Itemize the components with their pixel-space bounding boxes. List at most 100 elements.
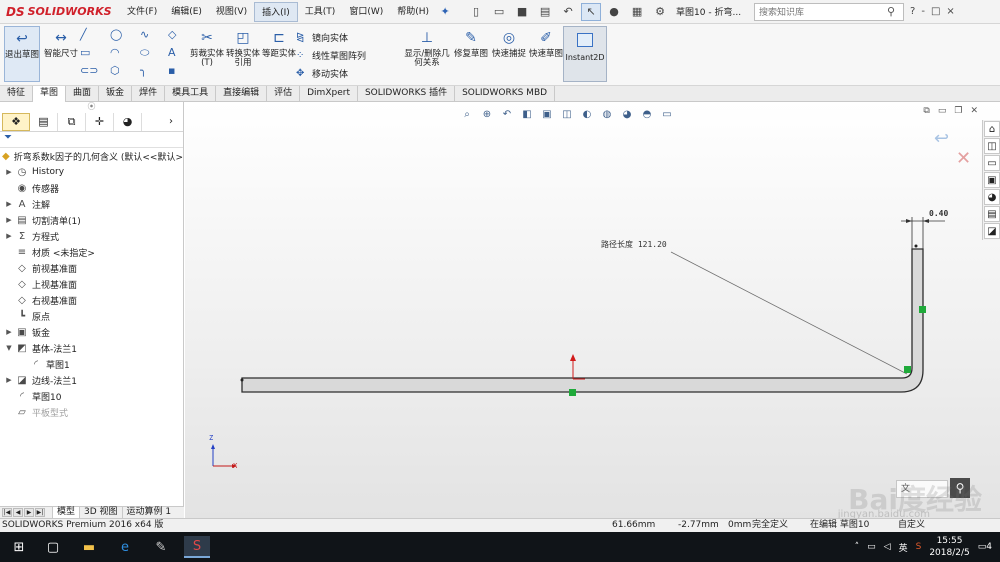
- tree-item[interactable]: ◉ 传感器: [0, 180, 183, 196]
- tree-item[interactable]: ▶ ▤ 切割清单(1): [0, 212, 183, 228]
- tree-item[interactable]: ┗ 原点: [0, 308, 183, 324]
- file-explorer-icon[interactable]: ▭: [984, 155, 1000, 171]
- prev-tab-icon[interactable]: ◀: [13, 508, 23, 517]
- ime-indicator[interactable]: 英: [899, 541, 908, 554]
- menu-file[interactable]: 文件(F): [120, 2, 164, 22]
- menu-insert[interactable]: 插入(I): [254, 1, 298, 22]
- solidworks-logo[interactable]: DS SOLIDWORKS: [0, 0, 120, 24]
- move-entities-button[interactable]: ✥ 移动实体: [296, 64, 401, 82]
- featuremanager-tab-icon[interactable]: ❖: [2, 112, 30, 131]
- select-cursor-icon[interactable]: ↖: [581, 2, 602, 21]
- offset-entities-button[interactable]: ⊏ 等距实体: [260, 26, 298, 82]
- next-tab-icon[interactable]: ▶: [24, 508, 34, 517]
- file-explorer-taskbar-icon[interactable]: ▬: [76, 536, 102, 558]
- plane-sketch-icon[interactable]: ◇: [168, 28, 184, 42]
- open-folder-icon[interactable]: ▭: [489, 3, 509, 21]
- circle-icon[interactable]: ◯: [110, 28, 140, 42]
- smart-dimension-button[interactable]: ↔ 智能尺寸: [42, 26, 80, 82]
- maximize-button[interactable]: □: [931, 6, 940, 17]
- tree-item[interactable]: ◇ 右视基准面: [0, 292, 183, 308]
- status-units[interactable]: 自定义: [898, 519, 925, 532]
- collapsed-arrow-icon[interactable]: ▶: [4, 168, 14, 176]
- path-length-label[interactable]: 路径长度 121.20: [601, 239, 667, 250]
- solidworks-taskbar-icon[interactable]: S: [184, 536, 210, 558]
- menu-edit[interactable]: 编辑(E): [164, 2, 209, 22]
- panel-grip[interactable]: ⦿: [0, 102, 183, 112]
- collapsed-arrow-icon[interactable]: ▶: [4, 328, 14, 336]
- spline-icon[interactable]: ∿: [140, 28, 170, 42]
- show-delete-relations-button[interactable]: ⊥ 显示/删除几何关系: [404, 26, 450, 82]
- quick-snaps-button[interactable]: ◎ 快速捕捉: [490, 26, 528, 82]
- tree-item[interactable]: ▶ ◪ 边线-法兰1: [0, 372, 183, 388]
- tab-sheet-metal[interactable]: 钣金: [99, 86, 133, 102]
- tab-motion-study[interactable]: 运动算例 1: [121, 507, 176, 518]
- clock[interactable]: 15:55 2018/2/5: [929, 535, 969, 559]
- dimxpertmanager-tab-icon[interactable]: ✛: [86, 112, 114, 131]
- linear-pattern-button[interactable]: ⁘ 线性草图阵列: [296, 46, 401, 64]
- thickness-dimension[interactable]: 0.40: [929, 209, 948, 218]
- line-icon[interactable]: ╱: [80, 28, 110, 42]
- sogou-icon[interactable]: S: [916, 542, 922, 552]
- tab-mbd[interactable]: SOLIDWORKS MBD: [455, 86, 556, 102]
- collapsed-arrow-icon[interactable]: ▶: [4, 232, 14, 240]
- custom-properties-icon[interactable]: ▤: [984, 206, 1000, 222]
- configurationmanager-tab-icon[interactable]: ⧉: [58, 112, 86, 131]
- part-root[interactable]: ◆ 折弯系数k因子的几何含义 (默认<<默认>: [0, 148, 183, 164]
- search-icon[interactable]: ⚲: [887, 5, 903, 18]
- tab-direct-editing[interactable]: 直接编辑: [216, 86, 268, 102]
- forum-icon[interactable]: ◪: [984, 223, 1000, 239]
- tree-item[interactable]: ▼ ◩ 基体-法兰1: [0, 340, 183, 356]
- tree-item[interactable]: ▶ ◷ History: [0, 164, 183, 180]
- tab-model[interactable]: 模型: [52, 507, 80, 518]
- solidworks-resources-icon[interactable]: ⌂: [984, 121, 1000, 137]
- graphics-area[interactable]: ⌕ ⊕ ↶ ◧ ▣ ◫ ◐ ◍ ◕ ◓ ▭ ⧉ ▭ ❐ ✕ ↩ ✕ 路径长度 1…: [185, 102, 1000, 520]
- propertymanager-tab-icon[interactable]: ▤: [30, 112, 58, 131]
- tab-features[interactable]: 特征: [0, 86, 34, 102]
- repair-sketch-button[interactable]: ✎ 修复草图: [452, 26, 490, 82]
- collapsed-arrow-icon[interactable]: ▶: [4, 376, 14, 384]
- expanded-arrow-icon[interactable]: ▼: [4, 344, 14, 352]
- polygon-icon[interactable]: ⬡: [110, 64, 140, 78]
- tree-item[interactable]: ▶ A 注解: [0, 196, 183, 212]
- traffic-light-icon[interactable]: ●: [604, 3, 624, 21]
- tree-item[interactable]: ▶ ▣ 钣金: [0, 324, 183, 340]
- convert-entities-button[interactable]: ◰ 转换实体引用: [224, 26, 262, 82]
- knowledge-search-field[interactable]: 搜索知识库 ⚲: [754, 2, 905, 21]
- tab-weldments[interactable]: 焊件: [132, 86, 166, 102]
- view-palette-icon[interactable]: ▣: [984, 172, 1000, 188]
- rectangle-icon[interactable]: ▭: [80, 46, 110, 60]
- tab-surfaces[interactable]: 曲面: [66, 86, 100, 102]
- tab-evaluate[interactable]: 评估: [267, 86, 301, 102]
- options-gear-icon[interactable]: ⚙: [650, 3, 670, 21]
- appearances-icon[interactable]: ◕: [984, 189, 1000, 205]
- help-button[interactable]: ?: [910, 6, 915, 17]
- point-icon[interactable]: ▪: [168, 64, 184, 78]
- mirror-entities-button[interactable]: ⧎ 镜向实体: [296, 28, 401, 46]
- edge-browser-icon[interactable]: e: [112, 536, 138, 558]
- menu-tools[interactable]: 工具(T): [298, 2, 343, 22]
- tree-item[interactable]: ▶ Σ 方程式: [0, 228, 183, 244]
- notification-icon[interactable]: ▭4: [978, 542, 992, 552]
- tray-up-chevron-icon[interactable]: ˄: [855, 542, 860, 552]
- tab-dimxpert[interactable]: DimXpert: [300, 86, 358, 102]
- tree-item[interactable]: ◜ 草图10: [0, 388, 183, 404]
- fillet-icon[interactable]: ╮: [140, 64, 170, 78]
- filter-icon[interactable]: ⏷: [0, 132, 183, 148]
- network-icon[interactable]: ▭: [867, 542, 876, 552]
- task-view-icon[interactable]: ▢: [40, 536, 66, 558]
- text-icon[interactable]: A: [168, 46, 184, 60]
- exit-sketch-button[interactable]: ↩ 退出草图: [4, 26, 40, 82]
- arc-icon[interactable]: ◠: [110, 46, 140, 60]
- rapid-sketch-button[interactable]: ✐ 快速草图: [527, 26, 565, 82]
- design-library-icon[interactable]: ◫: [984, 138, 1000, 154]
- app-taskbar-icon[interactable]: ✎: [148, 536, 174, 558]
- trim-entities-button[interactable]: ✂ 剪裁实体(T): [188, 26, 226, 82]
- windows-start-icon[interactable]: ⊞: [6, 536, 32, 558]
- tab-sketch[interactable]: 草图: [33, 86, 67, 102]
- tree-item[interactable]: ≡ 材质 <未指定>: [0, 244, 183, 260]
- close-button[interactable]: ×: [946, 6, 954, 17]
- instant2d-button[interactable]: Instant2D: [563, 26, 607, 82]
- new-document-icon[interactable]: ▯: [466, 3, 486, 21]
- menu-view[interactable]: 视图(V): [209, 2, 254, 22]
- slot-icon[interactable]: ⊂⊃: [80, 64, 110, 78]
